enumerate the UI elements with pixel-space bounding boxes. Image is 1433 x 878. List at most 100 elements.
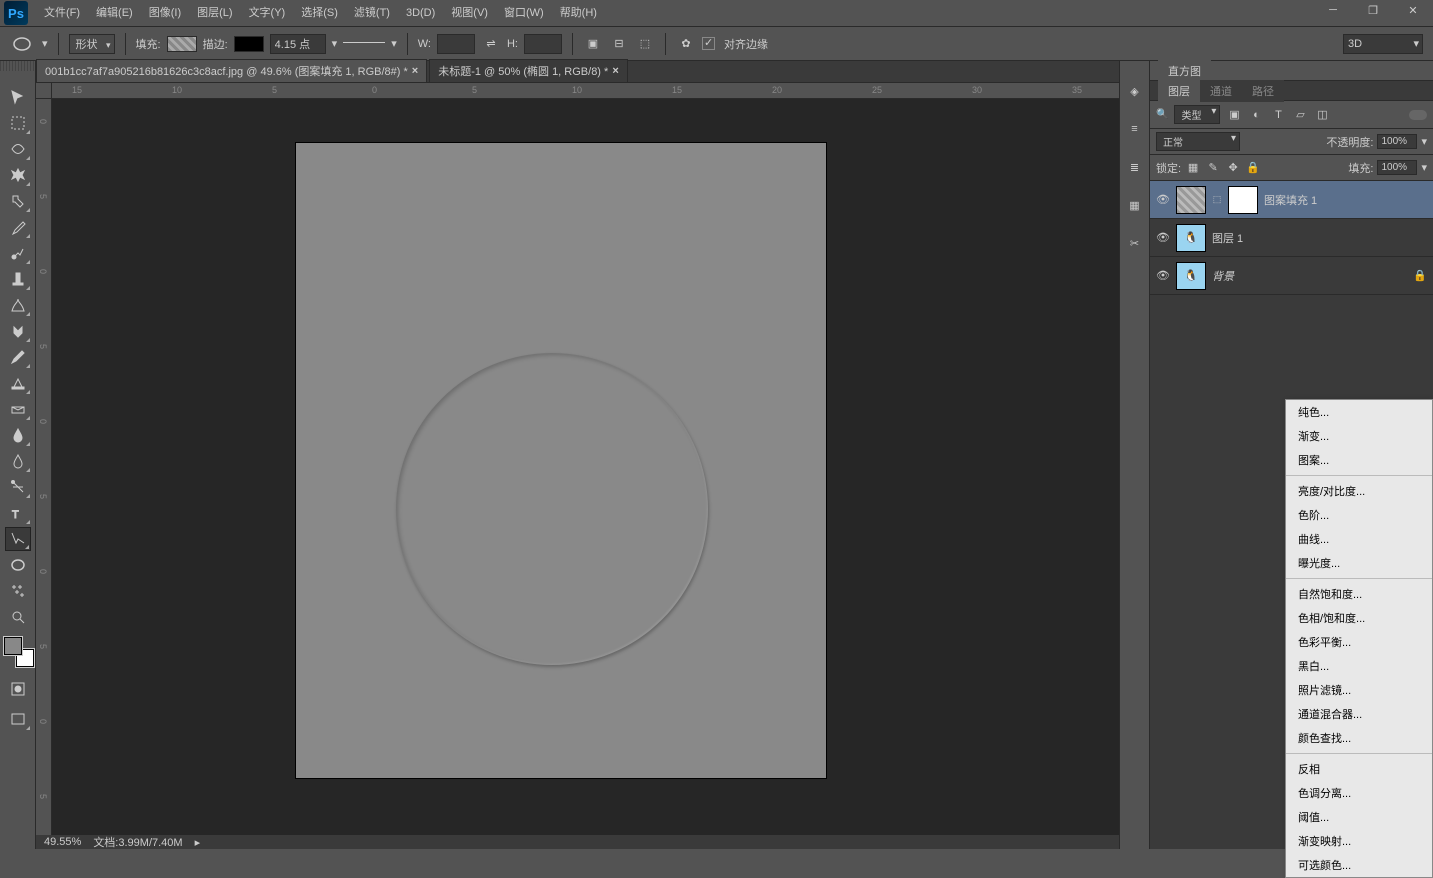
undefined-tool[interactable]: [5, 605, 31, 629]
menu-F[interactable]: 文件(F): [36, 0, 88, 27]
menu-item[interactable]: 色相/饱和度...: [1286, 606, 1432, 630]
gradient-tool[interactable]: [5, 371, 31, 395]
eyedropper-tool[interactable]: [5, 215, 31, 239]
pen-tool[interactable]: [5, 449, 31, 473]
filter-toggle[interactable]: [1409, 110, 1427, 120]
document-tab[interactable]: 001b1cc7af7a905216b81626c3c8acf.jpg @ 49…: [36, 59, 427, 82]
histogram-panel-tab[interactable]: 直方图: [1150, 61, 1433, 81]
menu-W[interactable]: 窗口(W): [496, 0, 552, 27]
layer-row[interactable]: 👁⬚图案填充 1: [1150, 181, 1433, 219]
panel-tab-2[interactable]: 路径: [1242, 80, 1284, 102]
filter-shape-icon[interactable]: ▱: [1292, 107, 1308, 123]
layer-row[interactable]: 👁🐧背景🔒: [1150, 257, 1433, 295]
menu-item[interactable]: 照片滤镜...: [1286, 678, 1432, 702]
menu-E[interactable]: 编辑(E): [88, 0, 141, 27]
menu-L[interactable]: 图层(L): [189, 0, 240, 27]
menu-item[interactable]: 图案...: [1286, 448, 1432, 472]
marquee-tool[interactable]: [5, 111, 31, 135]
layer-mask-thumb[interactable]: [1228, 186, 1258, 214]
panel-tab-1[interactable]: 通道: [1200, 80, 1242, 102]
menu-item[interactable]: 渐变映射...: [1286, 829, 1432, 853]
menu-item[interactable]: 亮度/对比度...: [1286, 479, 1432, 503]
move-tool[interactable]: [5, 85, 31, 109]
filter-pixel-icon[interactable]: ▣: [1226, 107, 1242, 123]
minimize-button[interactable]: ─: [1313, 0, 1353, 20]
visibility-icon[interactable]: 👁: [1156, 269, 1170, 283]
stroke-width-input[interactable]: [270, 34, 326, 54]
layer-thumb[interactable]: [1176, 186, 1206, 214]
brush-tool[interactable]: [5, 267, 31, 291]
menu-item[interactable]: 黑白...: [1286, 654, 1432, 678]
stroke-swatch[interactable]: [234, 36, 264, 52]
canvas[interactable]: [296, 143, 826, 778]
foreground-color[interactable]: [4, 637, 22, 655]
menu-item[interactable]: 曝光度...: [1286, 551, 1432, 575]
menu-item[interactable]: 阈值...: [1286, 805, 1432, 829]
ruler-horizontal[interactable]: 1510505101520253035: [52, 83, 1119, 99]
menu-item[interactable]: 颜色查找...: [1286, 726, 1432, 750]
color-swatches[interactable]: [4, 637, 34, 667]
menu-V[interactable]: 视图(V): [443, 0, 496, 27]
close-tab-icon[interactable]: ×: [612, 65, 618, 77]
screenmode-button[interactable]: [5, 707, 31, 731]
menu-S[interactable]: 选择(S): [293, 0, 346, 27]
path-op-icon[interactable]: ▣: [583, 34, 603, 54]
blur-tool[interactable]: [5, 397, 31, 421]
panel-icon-2[interactable]: ≡: [1125, 119, 1145, 139]
height-input[interactable]: [524, 34, 562, 54]
close-tab-icon[interactable]: ×: [412, 65, 418, 77]
filter-smart-icon[interactable]: ◫: [1314, 107, 1330, 123]
toolbox-grip[interactable]: [0, 61, 35, 71]
fill-swatch[interactable]: [167, 36, 197, 52]
layer-thumb[interactable]: 🐧: [1176, 224, 1206, 252]
close-button[interactable]: ✕: [1393, 0, 1433, 20]
ellipse-tool[interactable]: [5, 527, 31, 551]
visibility-icon[interactable]: 👁: [1156, 193, 1170, 207]
ruler-vertical[interactable]: 0505050505: [36, 99, 52, 835]
panel-icon-1[interactable]: ◈: [1125, 81, 1145, 101]
filter-kind-dropdown[interactable]: 类型: [1174, 105, 1220, 124]
panel-tab-0[interactable]: 图层: [1158, 80, 1200, 102]
filter-adjust-icon[interactable]: ◐: [1248, 107, 1264, 123]
align-edges-checkbox[interactable]: [702, 37, 715, 50]
menu-item[interactable]: 色阶...: [1286, 503, 1432, 527]
tool-preset-icon[interactable]: [8, 34, 36, 54]
document-tab[interactable]: 未标题-1 @ 50% (椭圆 1, RGB/8) *×: [429, 59, 628, 82]
quickmask-button[interactable]: [5, 677, 31, 701]
menu-H[interactable]: 帮助(H): [552, 0, 605, 27]
stroke-style-dropdown[interactable]: [343, 42, 385, 54]
menu-T[interactable]: 滤镜(T): [346, 0, 398, 27]
visibility-icon[interactable]: 👁: [1156, 231, 1170, 245]
type-tool[interactable]: [5, 475, 31, 499]
wand-tool[interactable]: [5, 163, 31, 187]
opacity-input[interactable]: [1377, 134, 1417, 149]
menu-I[interactable]: 图像(I): [141, 0, 189, 27]
layer-thumb[interactable]: 🐧: [1176, 262, 1206, 290]
menu-item[interactable]: 通道混合器...: [1286, 702, 1432, 726]
menu-item[interactable]: 可选颜色...: [1286, 853, 1432, 877]
menu-DD[interactable]: 3D(D): [398, 0, 443, 27]
panel-icon-4[interactable]: ▦: [1125, 195, 1145, 215]
maximize-button[interactable]: ❐: [1353, 0, 1393, 20]
hand-tool[interactable]: [5, 553, 31, 577]
panel-icon-5[interactable]: ✂: [1125, 233, 1145, 253]
shape-mode-dropdown[interactable]: 形状: [69, 34, 115, 54]
lock-trans-icon[interactable]: ▦: [1185, 160, 1201, 176]
width-input[interactable]: [437, 34, 475, 54]
dodge-tool[interactable]: [5, 423, 31, 447]
menu-item[interactable]: 自然饱和度...: [1286, 582, 1432, 606]
ruler-origin[interactable]: [36, 83, 52, 99]
gear-icon[interactable]: ✿: [676, 34, 696, 54]
ellipse-shape[interactable]: [396, 353, 708, 665]
workspace-dropdown[interactable]: 3D: [1343, 34, 1423, 54]
doc-info[interactable]: 文档:3.99M/7.40M: [93, 834, 182, 850]
panel-icon-3[interactable]: ≣: [1125, 157, 1145, 177]
layer-name[interactable]: 图层 1: [1212, 230, 1243, 246]
lock-all-icon[interactable]: 🔒: [1245, 160, 1261, 176]
zoom-tool[interactable]: [5, 579, 31, 603]
path-tool[interactable]: T: [5, 501, 31, 525]
history-tool[interactable]: [5, 319, 31, 343]
menu-item[interactable]: 色彩平衡...: [1286, 630, 1432, 654]
menu-item[interactable]: 反相: [1286, 757, 1432, 781]
crop-tool[interactable]: [5, 189, 31, 213]
